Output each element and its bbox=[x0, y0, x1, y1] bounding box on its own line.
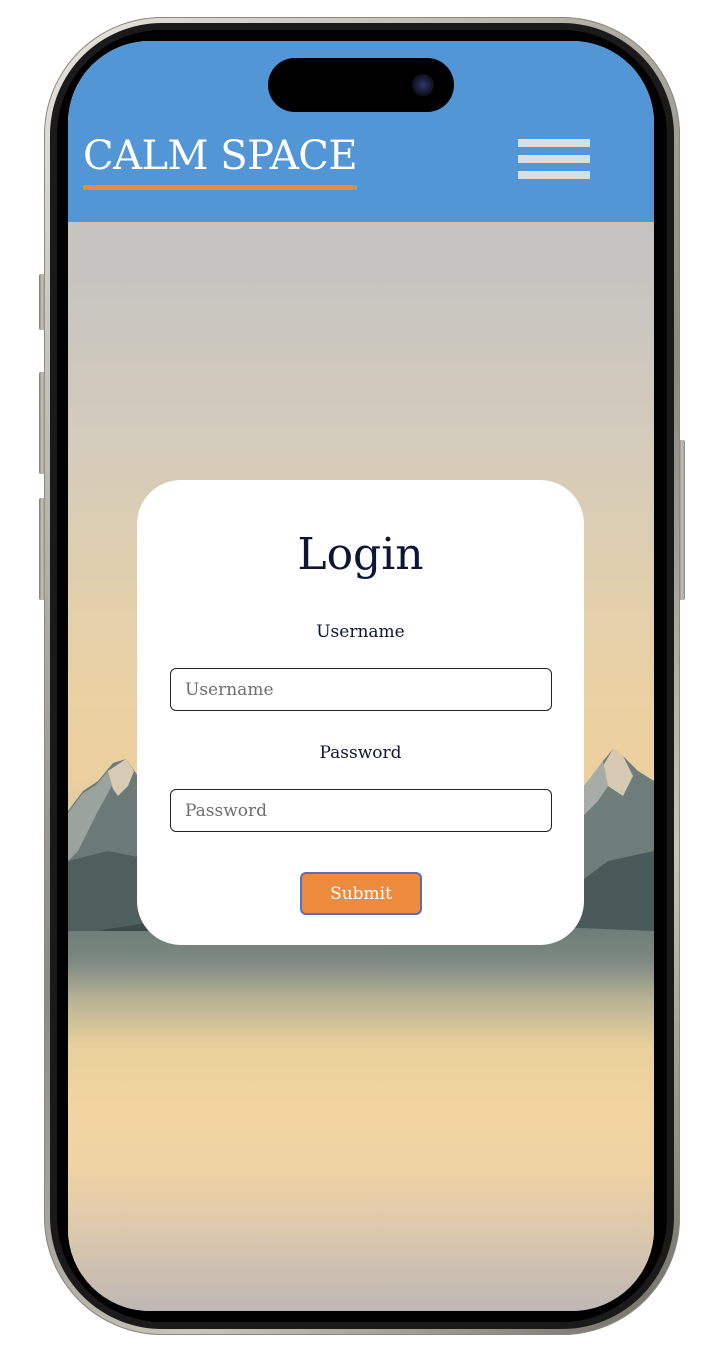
volume-up-button bbox=[39, 372, 45, 474]
lake-water bbox=[68, 931, 654, 1311]
login-card: Login Username Password Submit bbox=[137, 480, 584, 945]
action-button bbox=[39, 274, 45, 330]
phone-screen: CALM SPACE Login Username Password Submi… bbox=[68, 41, 654, 1311]
login-title: Login bbox=[297, 529, 424, 580]
password-label: Password bbox=[319, 743, 402, 763]
menu-bar-bottom bbox=[518, 171, 590, 179]
username-input[interactable] bbox=[170, 668, 552, 711]
dynamic-island bbox=[268, 58, 454, 112]
menu-bar-top bbox=[518, 139, 590, 147]
front-camera-icon bbox=[412, 74, 434, 96]
volume-down-button bbox=[39, 498, 45, 600]
power-button bbox=[679, 440, 685, 600]
username-label: Username bbox=[316, 622, 405, 642]
hamburger-menu-icon[interactable] bbox=[518, 139, 590, 181]
submit-button[interactable]: Submit bbox=[300, 872, 422, 915]
menu-bar-middle bbox=[518, 155, 590, 163]
password-input[interactable] bbox=[170, 789, 552, 832]
brand-logo[interactable]: CALM SPACE bbox=[83, 131, 358, 190]
